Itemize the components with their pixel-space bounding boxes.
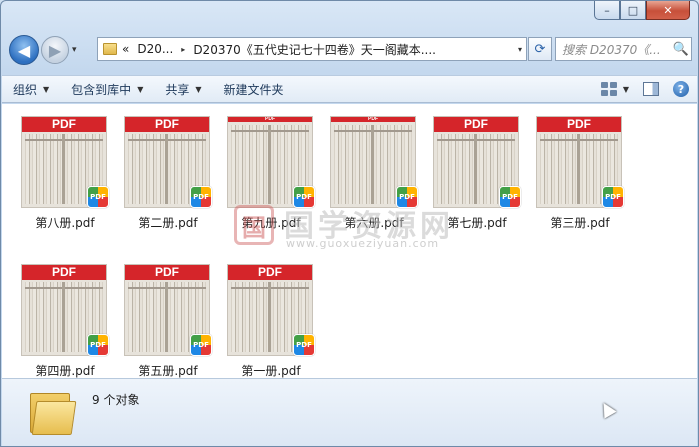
mouse-cursor-icon xyxy=(597,399,617,419)
pdf-app-icon: PDF xyxy=(499,186,521,208)
breadcrumb-current[interactable]: D20370《五代史记七十四卷》天一阁藏本.... xyxy=(193,41,436,58)
view-options-icon[interactable] xyxy=(600,82,617,96)
item-count: 9 个对象 xyxy=(92,393,140,407)
chevron-down-icon: ▼ xyxy=(137,84,144,94)
address-dropdown-icon[interactable]: ▾ xyxy=(518,45,522,54)
explorer-window: – □ ✕ ◀ ▶ ▾ « D20... ▸ D20370《五代史记七十四卷》天… xyxy=(0,0,699,447)
maximize-button[interactable]: □ xyxy=(620,1,646,20)
pdf-banner: PDF xyxy=(228,117,312,122)
refresh-button[interactable]: ⟳ xyxy=(528,37,552,61)
include-in-library-menu[interactable]: 包含到库中 ▼ xyxy=(60,76,154,102)
pdf-app-icon: PDF xyxy=(396,186,418,208)
file-item[interactable]: PDF PDF 第二册.pdf xyxy=(124,116,224,242)
file-item[interactable]: PDF PDF 第五册.pdf xyxy=(124,264,224,390)
file-item[interactable]: PDF PDF 第六册.pdf xyxy=(330,116,430,242)
recent-pages-dropdown[interactable]: ▾ xyxy=(72,45,77,55)
folder-icon xyxy=(103,43,117,55)
file-name: 第四册.pdf xyxy=(35,364,95,378)
close-button[interactable]: ✕ xyxy=(646,1,690,20)
file-name: 第九册.pdf xyxy=(241,216,301,230)
file-item[interactable]: PDF PDF 第三册.pdf xyxy=(536,116,636,242)
search-box[interactable]: 搜索 D20370《... 🔍 xyxy=(555,37,692,61)
address-bar[interactable]: « D20... ▸ D20370《五代史记七十四卷》天一阁藏本.... ▾ xyxy=(97,37,527,61)
pdf-banner: PDF xyxy=(125,117,209,132)
file-item[interactable]: PDF PDF 第八册.pdf xyxy=(21,116,121,242)
view-dropdown-icon[interactable]: ▼ xyxy=(623,85,629,94)
pdf-banner: PDF xyxy=(331,117,415,122)
share-menu[interactable]: 共享 ▼ xyxy=(154,76,212,102)
navigation-bar: ◀ ▶ ▾ « D20... ▸ D20370《五代史记七十四卷》天一阁藏本..… xyxy=(9,34,692,66)
file-item[interactable]: PDF PDF 第四册.pdf xyxy=(21,264,121,390)
file-list: PDF PDF 第八册.pdf PDF PDF 第二册.pdf PDF PDF … xyxy=(2,104,697,378)
toolbar-right: ▼ ? xyxy=(600,76,689,102)
search-icon[interactable]: 🔍 xyxy=(671,42,691,57)
pdf-app-icon: PDF xyxy=(293,334,315,356)
back-button[interactable]: ◀ xyxy=(9,35,39,65)
pdf-banner: PDF xyxy=(22,117,106,132)
pdf-app-icon: PDF xyxy=(87,186,109,208)
pdf-banner: PDF xyxy=(434,117,518,132)
chevron-down-icon: ▼ xyxy=(43,84,50,94)
pdf-banner: PDF xyxy=(125,265,209,280)
file-name: 第一册.pdf xyxy=(241,364,301,378)
file-name: 第五册.pdf xyxy=(138,364,198,378)
minimize-button[interactable]: – xyxy=(594,1,620,20)
include-in-library-label: 包含到库中 xyxy=(71,82,132,97)
organize-label: 组织 xyxy=(13,82,38,97)
caption-buttons: – □ ✕ xyxy=(594,1,690,20)
pdf-app-icon: PDF xyxy=(87,334,109,356)
command-bar: 组织 ▼ 包含到库中 ▼ 共享 ▼ 新建文件夹 ▼ ? xyxy=(2,75,697,103)
pdf-app-icon: PDF xyxy=(293,186,315,208)
new-folder-label: 新建文件夹 xyxy=(223,82,284,97)
file-name: 第二册.pdf xyxy=(138,216,198,230)
pdf-app-icon: PDF xyxy=(190,334,212,356)
file-item[interactable]: PDF PDF 第九册.pdf xyxy=(227,116,327,242)
share-label: 共享 xyxy=(165,82,190,97)
forward-button[interactable]: ▶ xyxy=(41,36,69,64)
file-item[interactable]: PDF PDF 第一册.pdf xyxy=(227,264,327,390)
pdf-banner: PDF xyxy=(537,117,621,132)
breadcrumb-separator-icon[interactable]: ▸ xyxy=(181,45,185,54)
file-name: 第六册.pdf xyxy=(344,216,404,230)
file-name: 第七册.pdf xyxy=(447,216,507,230)
folder-icon xyxy=(30,387,77,435)
pdf-app-icon: PDF xyxy=(602,186,624,208)
search-input[interactable]: 搜索 D20370《... xyxy=(562,41,671,58)
breadcrumb-overflow[interactable]: « xyxy=(122,42,129,56)
file-item[interactable]: PDF PDF 第七册.pdf xyxy=(433,116,533,242)
file-name: 第八册.pdf xyxy=(35,216,95,230)
chevron-down-icon: ▼ xyxy=(195,84,202,94)
file-name: 第三册.pdf xyxy=(550,216,610,230)
new-folder-button[interactable]: 新建文件夹 xyxy=(213,76,295,102)
pdf-banner: PDF xyxy=(228,265,312,280)
help-icon[interactable]: ? xyxy=(673,81,689,97)
preview-pane-icon[interactable] xyxy=(643,82,659,96)
organize-menu[interactable]: 组织 ▼ xyxy=(2,76,60,102)
pdf-banner: PDF xyxy=(22,265,106,280)
pdf-app-icon: PDF xyxy=(190,186,212,208)
details-pane: 9 个对象 xyxy=(2,378,697,446)
breadcrumb-parent[interactable]: D20... xyxy=(137,42,173,56)
